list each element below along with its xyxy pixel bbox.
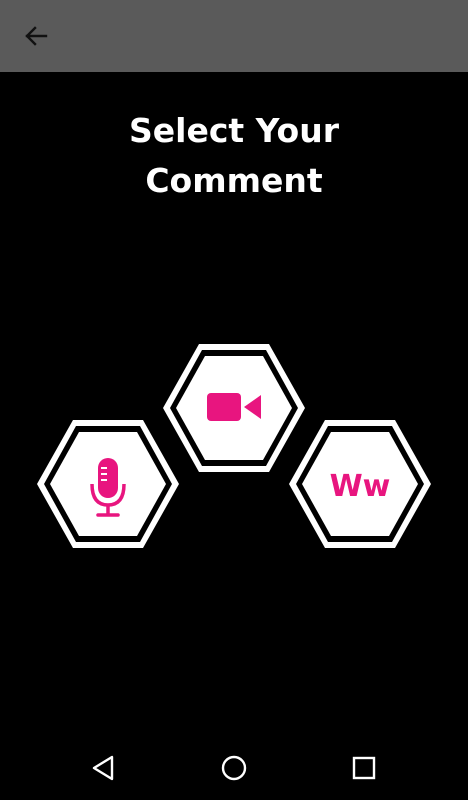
system-navigation-bar — [0, 736, 468, 800]
text-comment-button[interactable]: Ww — [286, 418, 434, 550]
app-bar — [0, 0, 468, 72]
square-recents-icon — [352, 756, 376, 780]
page-title-line-2: Comment — [145, 161, 323, 200]
nav-back-button[interactable] — [84, 750, 124, 786]
nav-recents-button[interactable] — [344, 750, 384, 786]
arrow-left-icon — [25, 26, 48, 46]
back-button[interactable] — [18, 20, 54, 52]
audio-comment-button[interactable] — [34, 418, 182, 550]
page-title-line-1: Select Your — [129, 111, 339, 150]
circle-home-icon — [221, 755, 247, 781]
text-icon: Ww — [330, 469, 391, 504]
nav-home-button[interactable] — [214, 750, 254, 786]
triangle-back-icon — [92, 755, 114, 781]
page-title: Select Your Comment — [0, 106, 468, 206]
